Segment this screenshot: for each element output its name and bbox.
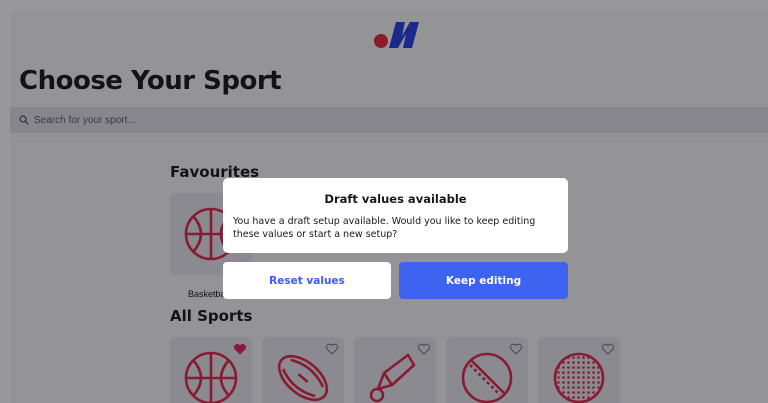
- reset-values-button[interactable]: Reset values: [223, 262, 391, 299]
- dialog-message: You have a draft setup available. Would …: [233, 216, 536, 240]
- keep-editing-button[interactable]: Keep editing: [399, 262, 568, 299]
- draft-dialog: Draft values available You have a draft …: [223, 178, 568, 253]
- dialog-title: Draft values available: [324, 192, 467, 206]
